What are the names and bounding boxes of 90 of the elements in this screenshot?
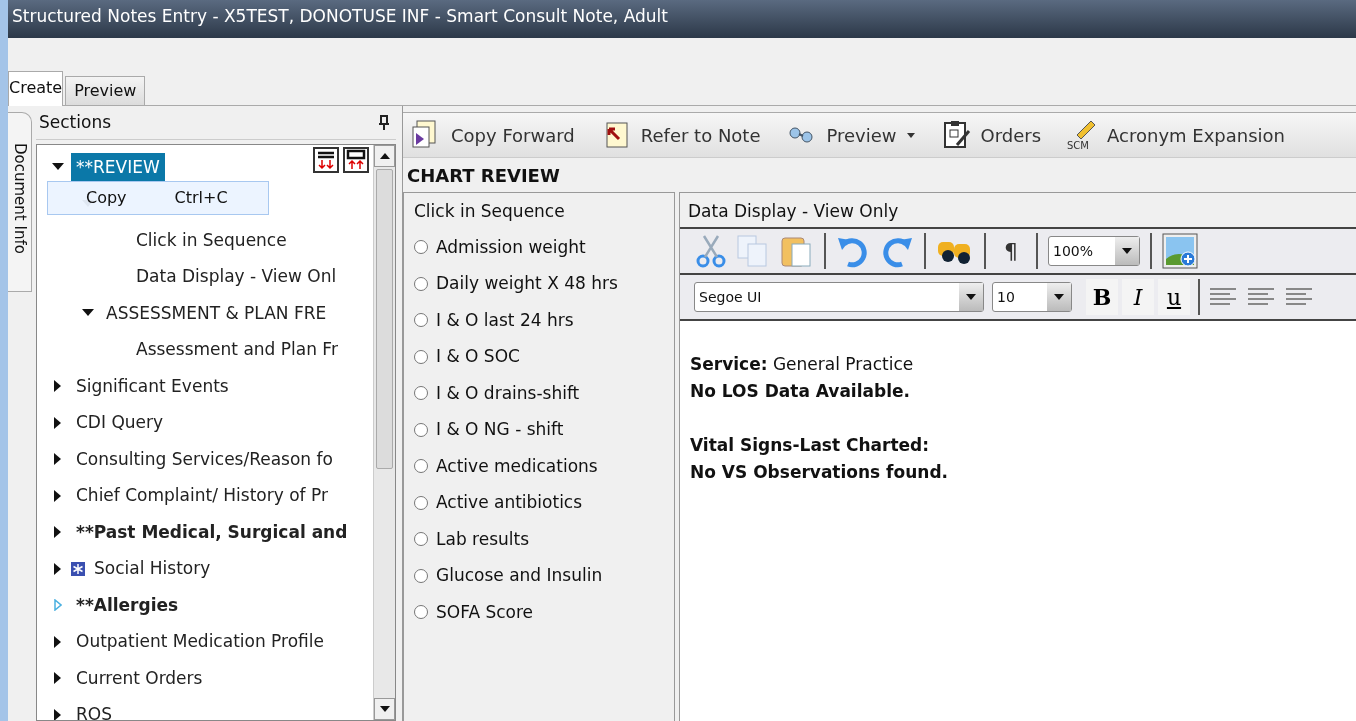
tab[interactable]: Preview (65, 76, 146, 105)
radio-label: I & O SOC (436, 345, 520, 368)
expand-arrow-icon[interactable] (54, 416, 62, 429)
radio-label: Glucose and Insulin (436, 564, 603, 587)
clipboard-icon (780, 234, 814, 268)
menu-item[interactable]: Copy (86, 186, 127, 210)
expand-arrow-icon[interactable] (54, 526, 62, 539)
radio-button[interactable] (414, 532, 428, 547)
radio-button[interactable] (414, 495, 428, 510)
expand-arrow-icon[interactable] (54, 562, 62, 575)
dropdown-arrow-icon (1122, 248, 1132, 254)
expand-arrow-icon[interactable] (54, 453, 62, 466)
note-text: No VS Observations found. (690, 461, 950, 484)
radio-button[interactable] (414, 313, 428, 328)
format-button[interactable]: I (1122, 279, 1154, 315)
pane-title: Click in Sequence (414, 200, 566, 223)
expand-arrow-icon[interactable] (54, 380, 62, 393)
tree-item[interactable]: **Allergies (71, 590, 184, 620)
note-text: No LOS Data Available. (690, 380, 911, 403)
tree-item[interactable]: ASSESSMENT & PLAN FRE (101, 298, 332, 328)
panel-title: Sections (39, 110, 112, 134)
scissors-icon (696, 234, 726, 268)
toolbar-button[interactable]: SCM Acronym Expansion (1067, 119, 1286, 151)
tree-item[interactable]: Data Display - View Onl (131, 262, 342, 292)
pilcrow-button[interactable]: ¶ (996, 234, 1026, 268)
radio-button[interactable] (414, 568, 428, 583)
align-right-icon (1284, 287, 1314, 307)
tab[interactable]: Create (8, 71, 64, 106)
toolbar-button[interactable]: Orders (940, 119, 1042, 151)
scroll-down-icon (379, 706, 390, 712)
radio-label: I & O drains-shift (436, 381, 580, 405)
dropdown-arrow-icon (966, 294, 976, 300)
radio-button[interactable] (414, 386, 428, 401)
align-center-icon (1246, 287, 1276, 307)
radio-label: Active medications (436, 454, 598, 478)
radio-button[interactable] (414, 349, 428, 364)
window-title: Structured Notes Entry - X5TEST, DONOTUSE INF - Smart Consult Note, Adult (8, 0, 1356, 38)
radio-label: I & O NG - shift (436, 418, 564, 441)
side-tab[interactable]: Document Info (8, 112, 32, 292)
toolbar-button[interactable]: Refer to Note (600, 119, 761, 151)
tree-item[interactable]: Outpatient Medication Profile (71, 627, 329, 657)
zoom-dropdown[interactable]: 100% (1048, 236, 1140, 266)
tree-item[interactable]: Current Orders (71, 663, 208, 693)
font-dropdown[interactable]: Segoe UI (694, 282, 984, 312)
radio-label: Lab results (436, 527, 530, 551)
section-heading: CHART REVIEW (406, 164, 561, 188)
pane-title: Data Display - View Only (680, 193, 1356, 229)
tree-item[interactable]: **Past Medical, Surgical and (71, 517, 353, 547)
radio-button[interactable] (414, 276, 428, 291)
pin-icon (378, 114, 390, 131)
collapse-all-icon (343, 147, 369, 173)
tree-item[interactable]: Click in Sequence (131, 225, 292, 255)
collapse-arrow-icon[interactable] (82, 309, 94, 318)
toolbar-button[interactable]: Preview (786, 119, 915, 151)
scrollbar[interactable] (373, 145, 395, 720)
align-left-icon (1208, 287, 1238, 307)
radio-button[interactable] (414, 459, 428, 474)
tree-item[interactable]: **REVIEW (71, 152, 165, 182)
expand-all-icon (313, 147, 339, 173)
format-button[interactable]: B (1086, 279, 1118, 315)
format-button[interactable]: u (1158, 279, 1190, 315)
tree-item[interactable]: Consulting Services/Reason fo (71, 444, 338, 474)
expand-arrow-icon[interactable] (54, 672, 62, 685)
tree-item[interactable]: Significant Events (71, 371, 234, 401)
radio-label: Active antibiotics (436, 491, 583, 514)
tree-item[interactable]: Social History (89, 554, 216, 584)
size-dropdown[interactable]: 10 (992, 282, 1072, 312)
radio-label: Daily weight X 48 hrs (436, 272, 618, 295)
tree-item[interactable]: Assessment and Plan Fr (131, 335, 343, 365)
radio-label: SOFA Score (436, 600, 534, 624)
expand-arrow-icon[interactable] (54, 708, 62, 720)
toolbar-button[interactable]: Copy Forward (411, 119, 575, 151)
tree-item[interactable]: CDI Query (71, 408, 169, 438)
dropdown-arrow-icon (1054, 294, 1064, 300)
scroll-up-icon (379, 153, 390, 159)
tree-item[interactable]: Chief Complaint/ History of Pr (71, 481, 333, 511)
copy-icon (736, 234, 770, 268)
radio-button[interactable] (414, 240, 428, 255)
expand-arrow-icon[interactable] (54, 635, 62, 648)
collapse-arrow-icon[interactable] (52, 163, 64, 172)
note-text: Service: General Practice (690, 353, 915, 376)
expand-arrow-icon[interactable] (54, 489, 62, 502)
radio-label: Admission weight (436, 235, 586, 259)
insert-image-icon (1162, 233, 1198, 269)
note-text: Vital Signs-Last Charted: (690, 434, 931, 457)
radio-button[interactable] (414, 422, 428, 437)
tree-item[interactable]: ROS (71, 700, 117, 720)
shortcut-text: Ctrl+C (174, 187, 228, 209)
radio-button[interactable] (414, 605, 428, 620)
radio-label: I & O last 24 hrs (436, 308, 574, 332)
